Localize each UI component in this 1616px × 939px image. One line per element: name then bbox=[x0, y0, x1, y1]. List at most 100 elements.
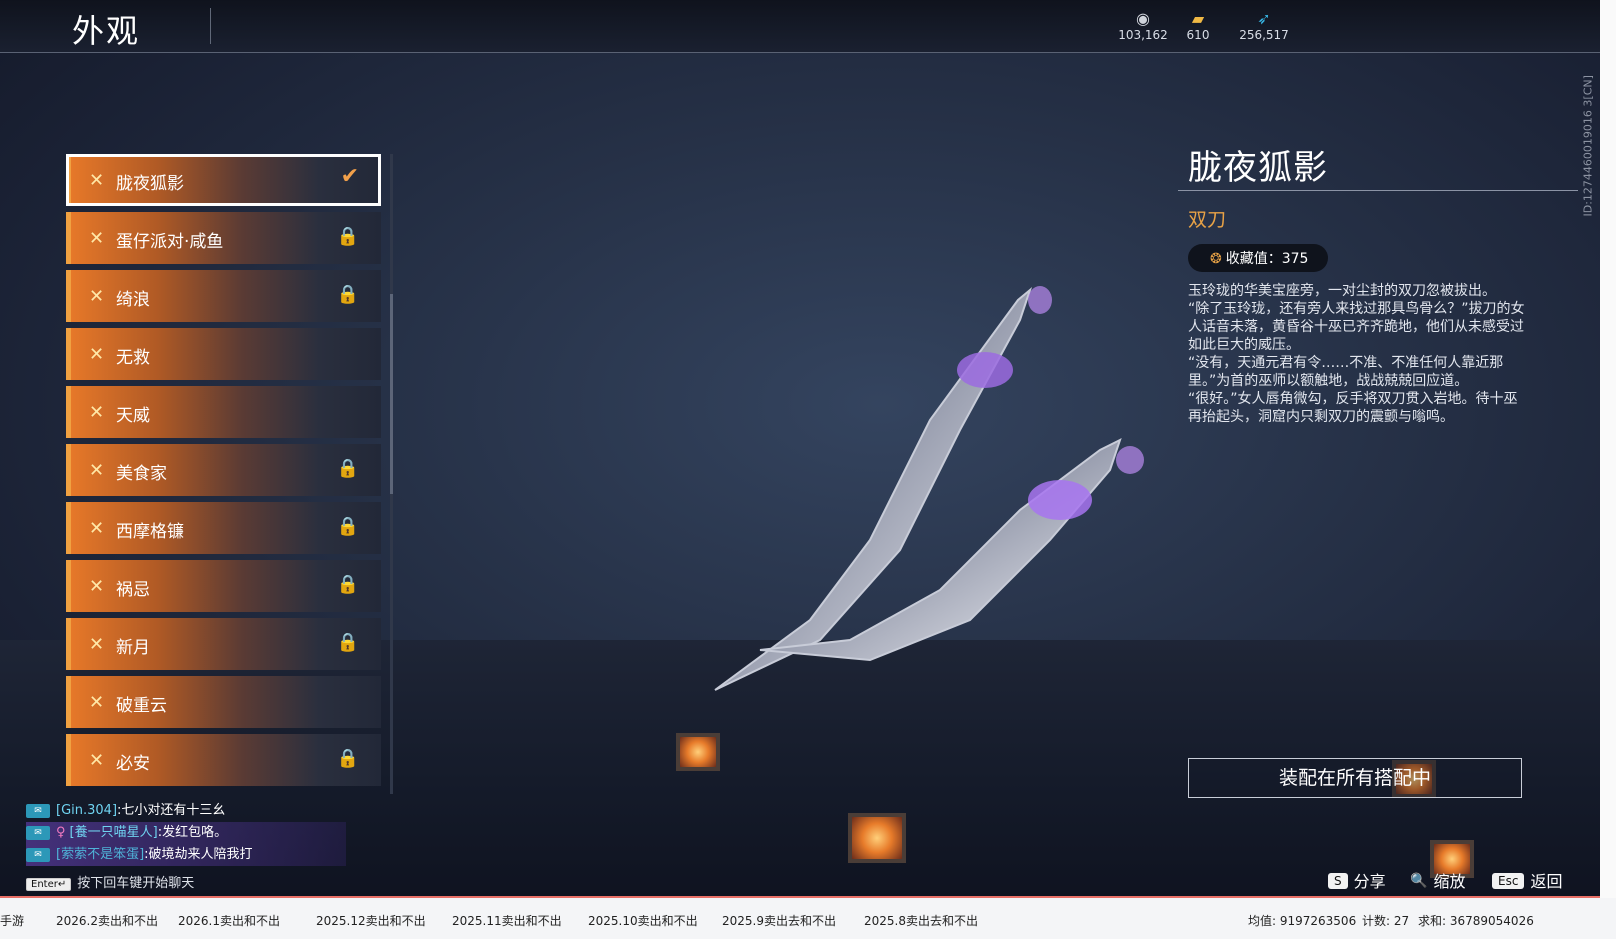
chat-sender[interactable]: [Gin.304] bbox=[56, 803, 117, 818]
chat-text: :破境劫来人陪我打 bbox=[144, 847, 253, 862]
spreadsheet-status-bar: 均值: 9197263506 计数: 27 求和: 36789054026 手游… bbox=[0, 898, 1616, 939]
lantern bbox=[676, 733, 720, 771]
skin-item-label: 无救 bbox=[116, 348, 150, 368]
skin-item[interactable]: ✕ 新月 🔒 bbox=[66, 618, 381, 670]
collection-icon: ❂ bbox=[1210, 251, 1222, 267]
skin-item-label: 天威 bbox=[116, 406, 150, 426]
dual-blade-icon: ✕ bbox=[89, 750, 105, 771]
currency-value: 103,162 bbox=[1118, 28, 1168, 42]
skin-item[interactable]: ✕ 胧夜狐影 ✔ bbox=[66, 154, 381, 206]
skin-item[interactable]: ✕ 美食家 🔒 bbox=[66, 444, 381, 496]
weapon-type: 双刀 bbox=[1188, 209, 1227, 231]
collection-value-text: 收藏值：375 bbox=[1225, 251, 1309, 267]
skin-item-label: 蛋仔派对·咸鱼 bbox=[116, 232, 224, 252]
sheet-tab[interactable]: 2025.8卖出去和不出 bbox=[864, 912, 978, 929]
title-underline bbox=[1178, 190, 1578, 191]
back-label: 返回 bbox=[1530, 872, 1563, 891]
female-icon: ♀ bbox=[56, 825, 66, 840]
chat-box: ✉ [Gin.304]:七小对还有十三幺 ✉ ♀ [養一只喵星人]:发红包咯。 ✉ [萦… bbox=[26, 800, 346, 866]
dual-blade-icon: ✕ bbox=[89, 170, 105, 191]
zoom-button[interactable]: 🔍 缩放 bbox=[1410, 868, 1465, 892]
skin-item-label: 祸忌 bbox=[116, 580, 150, 600]
sheet-tab[interactable]: 2025.9卖出去和不出 bbox=[722, 912, 836, 929]
sheet-tab[interactable]: 2025.11卖出和不出 bbox=[452, 912, 562, 929]
zoom-label: 缩放 bbox=[1433, 872, 1466, 891]
collection-value-badge: ❂ 收藏值：375 bbox=[1188, 244, 1329, 272]
lock-icon: 🔒 bbox=[336, 632, 359, 653]
skin-list: ✕ 胧夜狐影 ✔ ✕ 蛋仔派对·咸鱼 🔒 ✕ 绮浪 🔒 ✕ 无救 ✕ 天威 ✕ 美食家 🔒 ✕ 西摩格镰 🔒 ✕ 祸忌 🔒… bbox=[66, 154, 382, 794]
sheet-tab[interactable]: 手游 bbox=[0, 912, 24, 929]
skin-item[interactable]: ✕ 天威 bbox=[66, 386, 381, 438]
feather-icon: ➶ bbox=[1257, 9, 1271, 28]
skin-item-label: 绮浪 bbox=[116, 290, 150, 310]
skin-name: 胧夜狐影 bbox=[1188, 148, 1328, 188]
dual-blade-icon: ✕ bbox=[89, 228, 105, 249]
dual-blade-icon: ✕ bbox=[89, 344, 105, 365]
dual-blade-icon: ✕ bbox=[89, 518, 105, 539]
currency-feather: ➶ 256,517 bbox=[1229, 9, 1299, 43]
lock-icon: 🔒 bbox=[336, 284, 359, 305]
dual-blade-icon: ✕ bbox=[89, 460, 105, 481]
title-divider bbox=[210, 8, 211, 44]
dual-blades-image bbox=[714, 286, 1144, 691]
skin-item[interactable]: ✕ 蛋仔派对·咸鱼 🔒 bbox=[66, 212, 381, 264]
skin-item[interactable]: ✕ 西摩格镰 🔒 bbox=[66, 502, 381, 554]
chat-channel-icon: ✉ bbox=[26, 847, 50, 862]
skin-item[interactable]: ✕ 绮浪 🔒 bbox=[66, 270, 381, 322]
description-paragraph: “很好。”女人唇角微勾，反手将双刀贯入岩地。待十巫再抬起头，洞窟内只剩双刀的震颤… bbox=[1188, 391, 1518, 425]
skin-description: 玉玲珑的华美宝座旁，一对尘封的双刀忽被拔出。 “除了玉玲珑，还有旁人来找过那具鸟… bbox=[1188, 282, 1526, 426]
chat-message[interactable]: ✉ [萦萦不是笨蛋]:破境劫来人陪我打 bbox=[26, 844, 346, 866]
skin-item[interactable]: ✕ 必安 🔒 bbox=[66, 734, 381, 786]
check-icon: ✔ bbox=[340, 164, 359, 189]
s-key-icon: S bbox=[1328, 873, 1348, 889]
skin-item[interactable]: ✕ 破重云 bbox=[66, 676, 381, 728]
sheet-tab[interactable]: 2026.2卖出和不出 bbox=[56, 912, 158, 929]
scrollbar-thumb[interactable] bbox=[390, 294, 393, 494]
player-id-text: ID:1274460019016 3[CN] bbox=[1581, 75, 1595, 217]
skin-item[interactable]: ✕ 无救 bbox=[66, 328, 381, 380]
currency-value: 256,517 bbox=[1239, 28, 1289, 42]
enter-hint-text: 按下回车键开始聊天 bbox=[77, 876, 195, 891]
description-paragraph: “没有，天通元君有令……不准、不准任何人靠近那里。”为首的巫师以额触地，战战兢兢… bbox=[1188, 355, 1504, 389]
lock-icon: 🔒 bbox=[336, 516, 359, 537]
skin-item-label: 西摩格镰 bbox=[116, 522, 184, 542]
dual-blade-icon: ✕ bbox=[89, 576, 105, 597]
enter-key-icon: Enter↵ bbox=[26, 878, 72, 891]
sheet-tab[interactable]: 2025.10卖出和不出 bbox=[588, 912, 698, 929]
skin-item-label: 必安 bbox=[116, 754, 150, 774]
skin-item[interactable]: ✕ 祸忌 🔒 bbox=[66, 560, 381, 612]
skin-details-panel: 胧夜狐影 双刀 ❂ 收藏值：375 玉玲珑的华美宝座旁，一对尘封的双刀忽被拔出。 … bbox=[1178, 140, 1578, 426]
dual-blade-icon: ✕ bbox=[89, 634, 105, 655]
chat-sender[interactable]: [萦萦不是笨蛋] bbox=[56, 847, 144, 862]
sheet-tab[interactable]: 2025.12卖出和不出 bbox=[316, 912, 426, 929]
chat-message[interactable]: ✉ ♀ [養一只喵星人]:发红包咯。 bbox=[26, 822, 346, 844]
currency-value: 610 bbox=[1186, 28, 1210, 42]
sheet-tab[interactable]: 2026.1卖出和不出 bbox=[178, 912, 280, 929]
share-button[interactable]: S 分享 bbox=[1328, 868, 1386, 892]
share-label: 分享 bbox=[1353, 872, 1386, 891]
lock-icon: 🔒 bbox=[336, 226, 359, 247]
back-button[interactable]: Esc 返回 bbox=[1492, 868, 1562, 892]
dual-blade-icon: ✕ bbox=[89, 402, 105, 423]
top-bar: 外观 ◉ 103,162 ▰ 610 ➶ 256,517 bbox=[0, 0, 1600, 53]
chat-channel-icon: ✉ bbox=[26, 803, 50, 818]
chat-text: :七小对还有十三幺 bbox=[117, 803, 226, 818]
skin-list-scrollbar[interactable] bbox=[390, 154, 393, 794]
chat-message[interactable]: ✉ [Gin.304]:七小对还有十三幺 bbox=[26, 800, 346, 822]
player-id-tag: ID:1274460019016 3[CN] bbox=[1578, 60, 1598, 220]
skin-item-label: 胧夜狐影 bbox=[116, 174, 184, 194]
chat-sender[interactable]: [養一只喵星人] bbox=[70, 825, 158, 840]
status-average: 均值: 9197263506 bbox=[1248, 914, 1357, 928]
status-count: 计数: 27 bbox=[1362, 914, 1410, 928]
esc-key-icon: Esc bbox=[1492, 873, 1525, 889]
equip-all-outfits-button[interactable]: 装配在所有搭配中 bbox=[1188, 758, 1522, 798]
chat-text: :发红包咯。 bbox=[157, 825, 228, 840]
page-title: 外观 bbox=[72, 12, 141, 50]
chat-channel-icon: ✉ bbox=[26, 825, 50, 840]
chat-enter-hint[interactable]: Enter↵ 按下回车键开始聊天 bbox=[26, 872, 194, 891]
background-window-edge bbox=[1600, 0, 1616, 898]
lantern bbox=[848, 813, 906, 863]
dual-blade-icon: ✕ bbox=[89, 692, 105, 713]
zoom-key-icon: 🔍 bbox=[1410, 873, 1428, 889]
description-paragraph: “除了玉玲珑，还有旁人来找过那具鸟骨么？”拔刀的女人话音未落，黄昏谷十巫已齐齐跪… bbox=[1188, 301, 1525, 353]
